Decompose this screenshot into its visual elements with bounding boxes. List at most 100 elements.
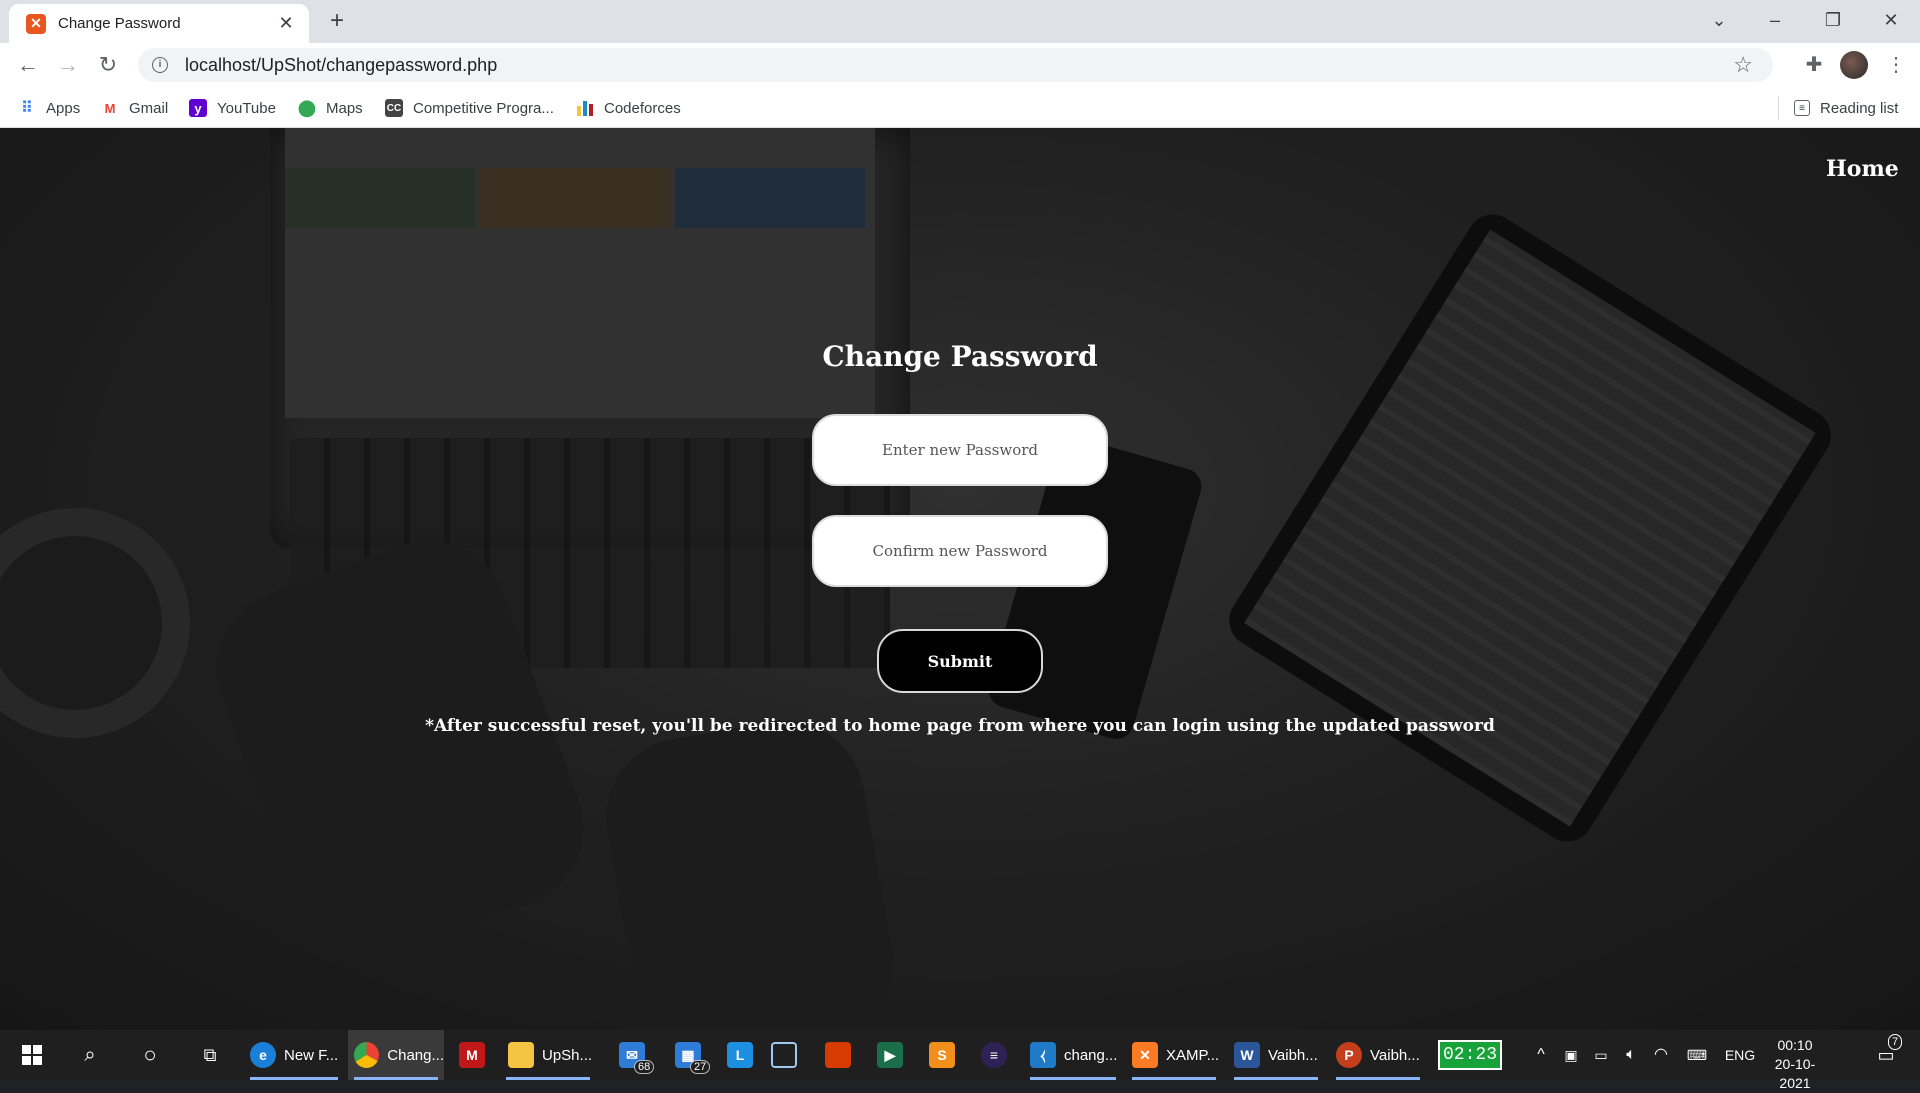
taskbar-app-label: XAMP... (1166, 1046, 1220, 1064)
chrome-icon (354, 1042, 380, 1068)
start-button[interactable] (12, 1030, 52, 1080)
taskbar-app-edge[interactable]: e New F... (244, 1030, 344, 1080)
taskbar-app-chrome[interactable]: Chang... (348, 1030, 444, 1080)
wifi-icon[interactable]: ◠ (1648, 1030, 1674, 1080)
taskbar-app-xampp[interactable]: ✕ XAMP... (1126, 1030, 1222, 1080)
reading-list-icon: ≡ (1794, 100, 1810, 116)
system-clock[interactable]: 00:10 20-10-2021 (1765, 1036, 1825, 1093)
extensions-puzzle-icon[interactable]: ✚ (1800, 51, 1828, 79)
taskbar-app-label: Vaibh... (1370, 1046, 1420, 1064)
back-icon[interactable]: ← (14, 51, 42, 79)
tab-title: Change Password (58, 15, 181, 32)
bookmark-label: Competitive Progra... (413, 99, 554, 117)
new-password-input[interactable] (812, 414, 1108, 486)
taskbar-app-label: UpSh... (542, 1046, 593, 1064)
taskbar-app-media[interactable]: ▶ (870, 1030, 910, 1080)
bookmark-codeforces[interactable]: Codeforces (576, 96, 681, 120)
cortana-circle-icon[interactable]: ○ (128, 1030, 172, 1080)
taskbar-app-l[interactable]: L (720, 1030, 760, 1080)
taskbar-app-mail[interactable]: ✉ 68 (610, 1030, 655, 1080)
taskbar-app-eclipse[interactable]: ≡ (974, 1030, 1014, 1080)
browser-toolbar: ← → ↻ i localhost/UpShot/changepassword.… (0, 43, 1920, 87)
battery-icon[interactable]: ▭ (1588, 1030, 1614, 1080)
reading-list-button[interactable]: ≡ Reading list (1778, 96, 1899, 120)
home-link[interactable]: Home (1826, 156, 1899, 182)
taskbar-app-office[interactable] (818, 1030, 858, 1080)
search-icon[interactable]: ⌕ (68, 1030, 112, 1080)
show-hidden-icons-chevron-icon[interactable]: ^ (1528, 1030, 1554, 1080)
profile-avatar[interactable] (1840, 51, 1868, 79)
taskbar-app-powerpoint[interactable]: P Vaibh... (1330, 1030, 1426, 1080)
timer-widget[interactable]: 02:23 (1438, 1040, 1502, 1070)
youtube-icon: y (189, 99, 207, 117)
reading-list-label: Reading list (1820, 99, 1899, 117)
bookmark-youtube[interactable]: y YouTube (189, 96, 276, 120)
taskbar-app-virtualbox[interactable] (764, 1030, 804, 1080)
taskbar-app-sublime[interactable]: S (922, 1030, 962, 1080)
gmail-icon: M (104, 100, 116, 116)
apps-grid-icon: ⠿ (21, 100, 33, 117)
url-text[interactable]: localhost/UpShot/changepassword.php (185, 55, 497, 76)
browser-tab[interactable]: ✕ Change Password ✕ (9, 4, 309, 43)
redirect-note: *After successful reset, you'll be redir… (425, 716, 1495, 736)
cc-icon: CC (385, 99, 403, 117)
browser-menu-icon[interactable]: ⋮ (1884, 51, 1908, 79)
bookmark-competitive-programming[interactable]: CC Competitive Progra... (385, 96, 554, 120)
clock-time: 00:10 (1777, 1037, 1813, 1053)
bookmark-label: Codeforces (604, 99, 681, 117)
tab-close-icon[interactable]: ✕ (275, 13, 297, 34)
bookmark-gmail[interactable]: M Gmail (101, 96, 169, 120)
folder-icon (508, 1042, 534, 1068)
taskbar-app-explorer[interactable]: UpSh... (500, 1030, 596, 1080)
taskbar-app-label: chang... (1064, 1046, 1118, 1064)
volume-icon[interactable]: 🔈︎ (1618, 1030, 1644, 1080)
forward-icon[interactable]: → (54, 51, 82, 79)
xampp-icon: ✕ (1132, 1042, 1158, 1068)
powerpoint-icon: P (1336, 1042, 1362, 1068)
taskbar-app-label: New F... (284, 1046, 339, 1064)
submit-button[interactable]: Submit (877, 629, 1043, 693)
xampp-favicon-icon: ✕ (26, 13, 46, 34)
bookmark-apps[interactable]: ⠿ Apps (18, 96, 80, 120)
notifications-icon[interactable]: ▭ 7 (1866, 1030, 1906, 1080)
edge-icon: e (250, 1042, 276, 1068)
restore-icon[interactable]: ❐ (1808, 0, 1858, 40)
media-icon: ▶ (877, 1042, 903, 1068)
bookmark-star-icon[interactable]: ☆ (1733, 52, 1753, 78)
page-viewport: Home Change Password Submit *After succe… (0, 128, 1920, 1030)
divider (1778, 96, 1779, 120)
sublime-icon: S (929, 1042, 955, 1068)
tab-search-chevron-icon[interactable]: ⌄ (1694, 0, 1744, 40)
taskbar-app-calendar[interactable]: ▦ 27 (666, 1030, 711, 1080)
office-icon (825, 1042, 851, 1068)
bookmark-label: Gmail (129, 99, 169, 117)
confirm-password-input[interactable] (812, 515, 1108, 587)
reload-icon[interactable]: ↻ (94, 51, 122, 79)
clock-date: 20-10-2021 (1774, 1056, 1816, 1091)
meet-now-icon[interactable]: ▣ (1558, 1030, 1584, 1080)
eclipse-icon: ≡ (981, 1042, 1007, 1068)
browser-tab-bar: ✕ Change Password ✕ + ⌄ – ❐ ✕ (0, 0, 1920, 43)
keyboard-icon[interactable]: ⌨ (1680, 1030, 1714, 1080)
taskbar-app-label: Chang... (387, 1046, 444, 1064)
new-tab-icon[interactable]: + (323, 8, 351, 36)
windows-taskbar: ⌕ ○ ⧉ e New F... Chang... M UpSh... ✉ 68… (0, 1030, 1920, 1091)
window-close-icon[interactable]: ✕ (1866, 0, 1916, 40)
site-info-icon[interactable]: i (152, 57, 168, 73)
taskbar-app-mcafee[interactable]: M (452, 1030, 492, 1080)
codeforces-icon (576, 99, 594, 117)
mail-badge: 68 (634, 1060, 655, 1074)
notifications-count: 7 (1888, 1034, 1903, 1050)
bookmark-maps[interactable]: ⬤ Maps (298, 96, 363, 120)
address-bar[interactable]: i localhost/UpShot/changepassword.php ☆ (138, 48, 1773, 82)
bookmark-label: Maps (326, 99, 363, 117)
word-icon: W (1234, 1042, 1260, 1068)
bookmarks-bar: ⠿ Apps M Gmail y YouTube ⬤ Maps CC Compe… (0, 87, 1920, 128)
vscode-icon: ⧼ (1030, 1042, 1056, 1068)
task-view-icon[interactable]: ⧉ (188, 1030, 232, 1080)
language-indicator[interactable]: ENG (1720, 1030, 1760, 1080)
taskbar-app-vscode[interactable]: ⧼ chang... (1024, 1030, 1122, 1080)
taskbar-app-word[interactable]: W Vaibh... (1228, 1030, 1324, 1080)
l-app-icon: L (727, 1042, 753, 1068)
minimize-icon[interactable]: – (1750, 0, 1800, 40)
